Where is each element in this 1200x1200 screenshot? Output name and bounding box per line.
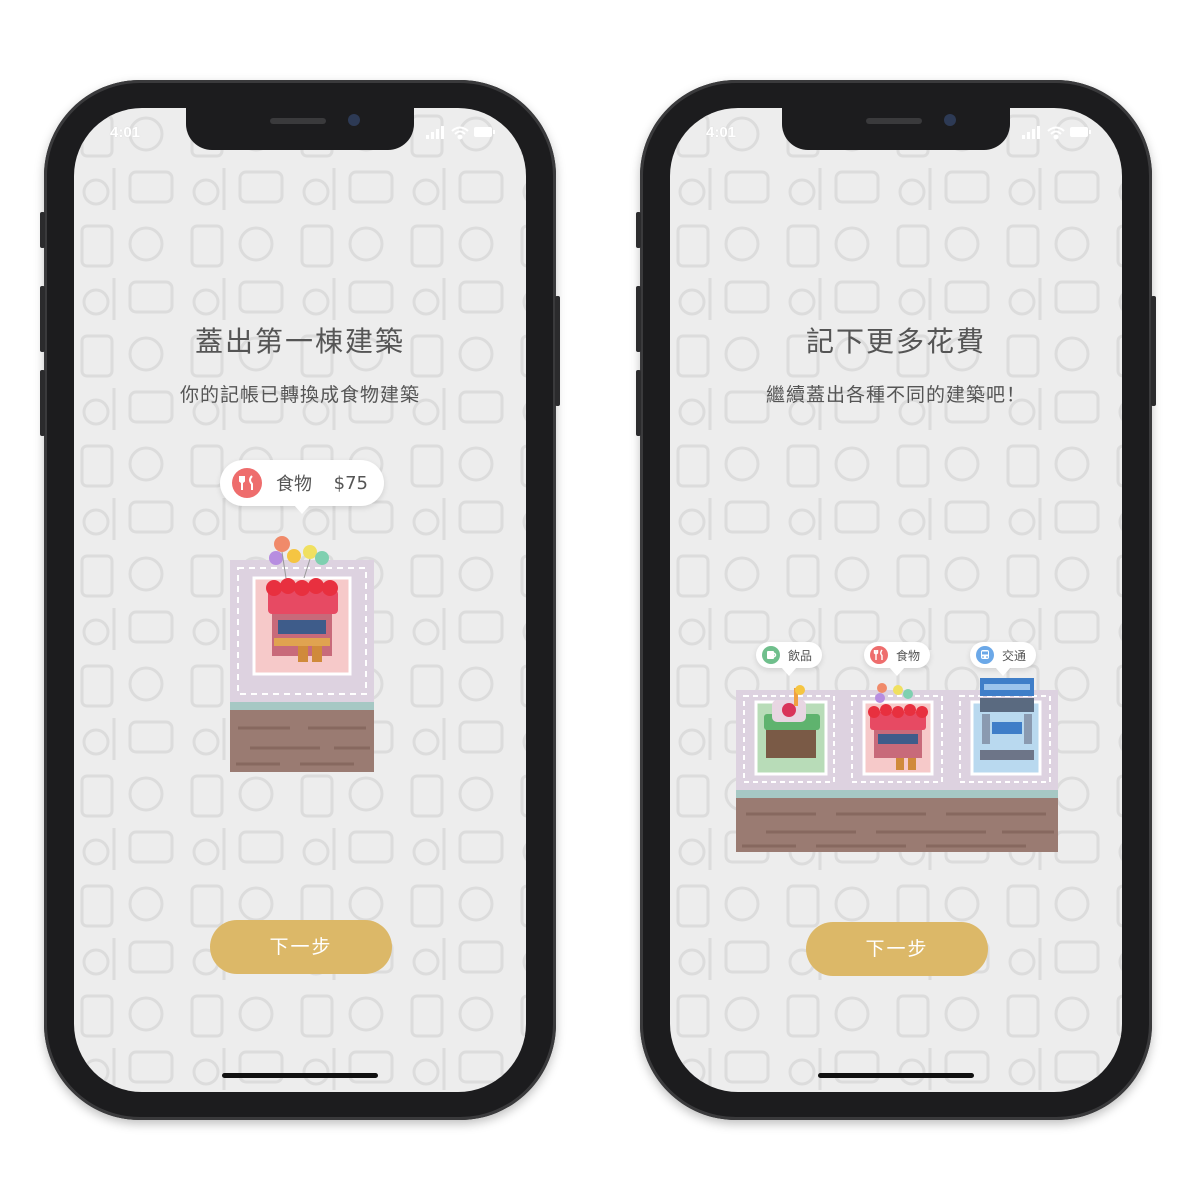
battery-icon xyxy=(474,127,495,137)
notch xyxy=(186,108,414,150)
page-title: 蓋出第一棟建築 xyxy=(194,325,405,358)
front-camera xyxy=(348,114,360,126)
power-button xyxy=(1151,296,1156,406)
city-street-scene xyxy=(736,678,1058,852)
signal-icon xyxy=(1022,126,1040,139)
status-icons xyxy=(426,126,495,140)
signal-icon xyxy=(426,126,444,139)
mute-switch xyxy=(636,212,641,248)
food-building-scene xyxy=(230,536,374,772)
next-step-button[interactable]: 下一步 xyxy=(210,920,392,974)
power-button xyxy=(555,296,560,406)
tag-category: 食物 xyxy=(276,474,312,495)
volume-up-button xyxy=(40,286,45,352)
wifi-icon xyxy=(451,126,469,140)
status-time: 4:01 xyxy=(706,124,737,141)
speaker xyxy=(866,118,922,124)
volume-up-button xyxy=(636,286,641,352)
volume-down-button xyxy=(636,370,641,436)
tag-category: 食物 xyxy=(896,648,921,663)
notch xyxy=(782,108,1010,150)
phone-frame-right: 4:01 記下更多花費 繼續蓋出各種不同的建築吧！ 飲品 食物 交通 下一步 xyxy=(636,80,1156,1120)
home-indicator[interactable] xyxy=(222,1073,378,1078)
expense-tag-bubble-transport: 交通 xyxy=(970,642,1037,676)
food-icon xyxy=(232,468,262,498)
transport-icon xyxy=(976,646,994,664)
tag-amount: $75 xyxy=(333,472,368,494)
battery-icon xyxy=(1070,127,1091,137)
status-time: 4:01 xyxy=(110,124,141,141)
onboarding-screen-2: 4:01 記下更多花費 繼續蓋出各種不同的建築吧！ 飲品 食物 交通 下一步 xyxy=(670,108,1122,1092)
page-subtitle: 你的記帳已轉換成食物建築 xyxy=(179,384,420,406)
tag-category: 交通 xyxy=(1002,648,1027,663)
tag-category: 飲品 xyxy=(788,648,813,663)
home-indicator[interactable] xyxy=(818,1073,974,1078)
front-camera xyxy=(944,114,956,126)
phone-frame-left: 4:01 蓋出第一棟建築 你的記帳已轉換成食物建築 食物 $75 下一步 xyxy=(40,80,560,1120)
page-title: 記下更多花費 xyxy=(805,325,986,358)
food-icon xyxy=(870,646,888,664)
wifi-icon xyxy=(1047,126,1065,140)
expense-tag-bubble-food: 食物 xyxy=(864,642,931,676)
drink-icon xyxy=(762,646,780,664)
volume-down-button xyxy=(40,370,45,436)
status-icons xyxy=(1022,126,1091,140)
onboarding-screen-1: 4:01 蓋出第一棟建築 你的記帳已轉換成食物建築 食物 $75 下一步 xyxy=(74,108,526,1092)
speaker xyxy=(270,118,326,124)
page-subtitle: 繼續蓋出各種不同的建築吧！ xyxy=(765,384,1026,406)
expense-tag-bubble-drink: 飲品 xyxy=(756,642,823,676)
brick-wall xyxy=(736,798,1058,852)
next-step-button[interactable]: 下一步 xyxy=(806,922,988,976)
mute-switch xyxy=(40,212,45,248)
expense-tag-bubble: 食物 $75 xyxy=(220,460,384,514)
